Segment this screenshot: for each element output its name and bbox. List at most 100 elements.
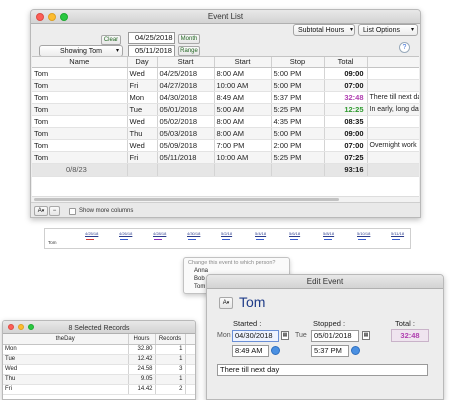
- start-date-input[interactable]: 04/30/2018: [232, 330, 279, 342]
- record-day: Mon: [3, 344, 129, 355]
- timeline-event-bar[interactable]: [392, 239, 400, 240]
- clear-button[interactable]: Clear: [101, 35, 121, 45]
- records-header-hours[interactable]: Hours: [128, 334, 156, 345]
- start-time-input[interactable]: 8:49 AM: [232, 345, 269, 357]
- subtotal-hours-label: Subtotal Hours: [298, 27, 345, 34]
- timeline-event-bar[interactable]: [154, 239, 162, 240]
- timeline-event-bar[interactable]: [256, 239, 264, 240]
- name-popup-button[interactable]: A▾: [219, 297, 233, 309]
- person-option-anna[interactable]: Anna: [194, 268, 208, 274]
- month-button[interactable]: Month: [178, 34, 200, 44]
- cell-start-time: 8:00 AM: [214, 67, 272, 80]
- record-row[interactable]: Tue 12.42 1: [3, 354, 195, 365]
- record-row[interactable]: Wed 24.58 3: [3, 364, 195, 375]
- event-list-titlebar[interactable]: Event List: [31, 10, 420, 24]
- show-more-columns-checkbox[interactable]: [69, 208, 76, 215]
- name-popup-arrow-icon: ▾: [226, 300, 230, 306]
- records-header-records[interactable]: Records: [155, 334, 186, 345]
- cell-note: There till next day: [367, 91, 419, 104]
- column-header-start-date[interactable]: Start: [157, 57, 215, 68]
- cell-name: Tom: [32, 127, 128, 140]
- range-button[interactable]: Range: [178, 46, 200, 56]
- record-count: 0/8/23: [32, 163, 128, 177]
- minimize-window-icon[interactable]: [48, 13, 56, 21]
- person-option-bob[interactable]: Bob: [194, 276, 205, 282]
- cell-note: [367, 67, 419, 80]
- column-header-name[interactable]: Name: [32, 57, 128, 68]
- edit-event-titlebar[interactable]: Edit Event: [207, 275, 443, 289]
- cell-start-time: 8:00 AM: [214, 127, 272, 140]
- list-options-popup[interactable]: List Options ▾: [358, 24, 418, 36]
- table-row[interactable]: Tom Fri 05/11/2018 10:00 AM 5:25 PM 07:25: [32, 151, 419, 164]
- timeline-event-bar[interactable]: [324, 239, 332, 240]
- record-count: 1: [155, 374, 186, 385]
- record-day: Wed: [3, 364, 129, 375]
- stop-calendar-icon[interactable]: ▦: [362, 331, 370, 340]
- table-row[interactable]: Tom Wed 04/25/2018 8:00 AM 5:00 PM 09:00: [32, 67, 419, 80]
- record-row[interactable]: Mon 32.80 1: [3, 344, 195, 355]
- cell-total: 07:00: [324, 139, 368, 152]
- subtotal-hours-popup[interactable]: Subtotal Hours ▾: [293, 24, 355, 36]
- column-header-start-time[interactable]: Start: [214, 57, 272, 68]
- records-minimize-icon[interactable]: [18, 324, 24, 330]
- scrollbar-thumb[interactable]: [34, 198, 339, 201]
- list-options-arrow-icon: ▾: [410, 27, 414, 33]
- records-close-icon[interactable]: [8, 324, 14, 330]
- table-row[interactable]: Tom Mon 04/30/2018 8:49 AM 5:37 PM 32:48 There…: [32, 91, 419, 104]
- cell-day: Fri: [127, 79, 158, 92]
- timeline-event-bar[interactable]: [86, 239, 94, 240]
- cell-start-time: 7:00 PM: [214, 139, 272, 152]
- table-row[interactable]: Tom Thu 05/03/2018 8:00 AM 5:00 PM 09:00: [32, 127, 419, 140]
- timeline-event-bar[interactable]: [290, 239, 298, 240]
- table-header-row: Name Day Start Start Stop Total: [32, 57, 419, 68]
- record-row[interactable]: Fri 14.42 2: [3, 384, 195, 395]
- cell-stop-time: 2:00 PM: [271, 139, 325, 152]
- start-time-clock-icon[interactable]: [271, 346, 280, 355]
- timeline-tick-label: 5/11/18: [391, 231, 405, 236]
- person-option-tom[interactable]: Tom: [194, 284, 205, 290]
- cell-day: Mon: [127, 91, 158, 104]
- add-event-button[interactable]: A▾: [34, 206, 48, 216]
- cell-day: Fri: [127, 151, 158, 164]
- selected-records-titlebar[interactable]: 8 Selected Records: [3, 321, 195, 334]
- timeline-event-bar[interactable]: [120, 239, 128, 240]
- record-day: Tue: [3, 354, 129, 365]
- stop-time-input[interactable]: 5:37 PM: [311, 345, 349, 357]
- cell-start-time: 8:49 AM: [214, 91, 272, 104]
- start-day: Mon: [217, 332, 231, 339]
- cell-start-time: 10:00 AM: [214, 79, 272, 92]
- close-window-icon[interactable]: [36, 13, 44, 21]
- stop-date-input[interactable]: 05/01/2018: [311, 330, 359, 342]
- records-header-day[interactable]: theDay: [3, 334, 129, 345]
- start-calendar-icon[interactable]: ▦: [281, 331, 289, 340]
- timeline-event-bar[interactable]: [222, 239, 230, 240]
- zoom-window-icon[interactable]: [60, 13, 68, 21]
- column-header-stop[interactable]: Stop: [271, 57, 325, 68]
- stop-time-clock-icon[interactable]: [351, 346, 360, 355]
- timeline-tick-label: 5/6/18: [289, 231, 301, 236]
- remove-event-button[interactable]: −: [49, 206, 60, 216]
- note-input[interactable]: There till next day: [217, 364, 428, 376]
- table-row[interactable]: Tom Wed 05/02/2018 8:00 AM 4:35 PM 08:35: [32, 115, 419, 128]
- cell-stop-time: 5:00 PM: [271, 67, 325, 80]
- start-date-field[interactable]: 04/25/2018: [128, 32, 175, 44]
- cell-start-time: 8:00 AM: [214, 115, 272, 128]
- timeline-tick-label: 4/25/18: [85, 231, 99, 236]
- column-header-total[interactable]: Total: [324, 57, 368, 68]
- timeline-event-bar[interactable]: [188, 239, 196, 240]
- record-day: Thu: [3, 374, 129, 385]
- table-row[interactable]: Tom Wed 05/09/2018 7:00 PM 2:00 PM 07:00 Overn…: [32, 139, 419, 152]
- help-button[interactable]: ?: [399, 42, 410, 53]
- records-zoom-icon[interactable]: [28, 324, 34, 330]
- table-row[interactable]: Tom Tue 05/01/2018 5:00 AM 5:25 PM 12:25 In ea…: [32, 103, 419, 116]
- column-header-day[interactable]: Day: [127, 57, 158, 68]
- timeline-event-bar[interactable]: [358, 239, 366, 240]
- records-table: theDay Hours Records Mon 32.80 1 Tue 12.42 1 W…: [3, 334, 195, 399]
- edit-event-title: Edit Event: [306, 277, 344, 286]
- table-row[interactable]: Tom Fri 04/27/2018 10:00 AM 5:00 PM 07:00: [32, 79, 419, 92]
- records-window-controls: [8, 324, 34, 330]
- cell-total: 09:00: [324, 67, 368, 80]
- person-name[interactable]: Tom: [239, 294, 265, 310]
- record-row[interactable]: Thu 9.05 1: [3, 374, 195, 385]
- timeline-tick-label: 4/26/18: [119, 231, 133, 236]
